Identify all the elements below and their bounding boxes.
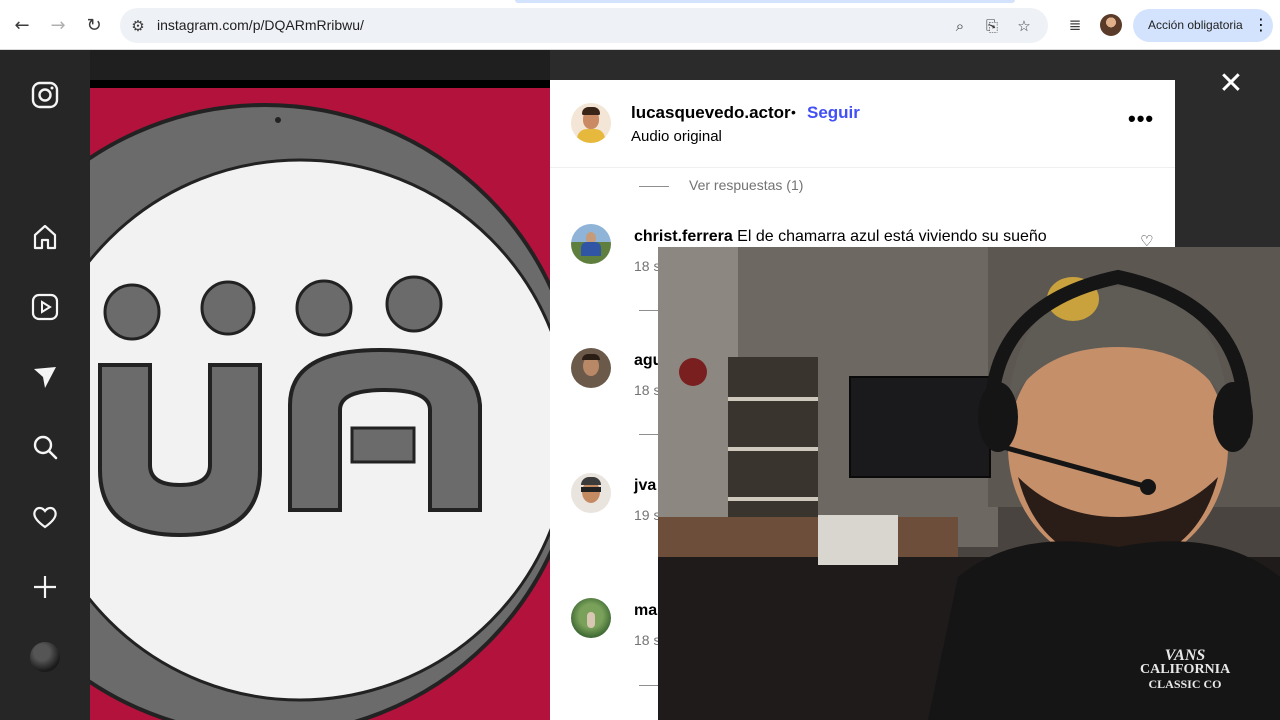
comment-username-text[interactable]: christ.ferrera bbox=[634, 228, 733, 245]
browser-toolbar: ← → ↻ ⚙ instagram.com/p/DQARmRribwu/ ⌕ ⎘… bbox=[0, 0, 1280, 50]
author-username[interactable]: lucasquevedo.actor bbox=[631, 103, 791, 123]
instagram-logo-icon[interactable] bbox=[29, 79, 61, 111]
url-text[interactable]: instagram.com/p/DQARmRribwu/ bbox=[157, 17, 364, 33]
media-controls-icon[interactable]: ≣ bbox=[1065, 15, 1085, 35]
instagram-sidebar bbox=[0, 50, 90, 720]
back-icon[interactable]: ← bbox=[9, 12, 35, 38]
shirt-text-2: CALIFORNIA bbox=[1140, 662, 1231, 677]
search-icon[interactable] bbox=[29, 431, 61, 463]
profile-avatar[interactable] bbox=[29, 641, 61, 673]
separator-dot: • bbox=[791, 104, 796, 120]
author-avatar[interactable] bbox=[571, 103, 611, 143]
logo-artwork bbox=[90, 103, 550, 720]
webcam-overlay: VANS CALIFORNIA CLASSIC CO bbox=[658, 247, 1280, 720]
shirt-text-1: VANS bbox=[1164, 647, 1206, 664]
notifications-heart-icon[interactable] bbox=[29, 501, 61, 533]
forward-icon[interactable]: → bbox=[45, 12, 71, 38]
shirt-text-3: CLASSIC CO bbox=[1148, 677, 1222, 691]
kebab-menu-icon[interactable]: ⋮ bbox=[1253, 15, 1269, 34]
replies-divider bbox=[639, 434, 659, 435]
replies-divider bbox=[639, 310, 659, 311]
comment-time: 18 s bbox=[634, 632, 661, 648]
comment-time: 19 s bbox=[634, 507, 661, 523]
replies-divider bbox=[639, 186, 669, 187]
replies-divider bbox=[639, 685, 659, 686]
direct-messages-icon[interactable] bbox=[29, 361, 61, 393]
comment-username[interactable]: christ.ferrera El de chamarra azul está … bbox=[634, 228, 1047, 246]
install-icon[interactable]: ⎘ bbox=[982, 16, 1002, 36]
zoom-icon[interactable]: ⌕ bbox=[950, 16, 970, 36]
action-required-label: Acción obligatoria bbox=[1148, 18, 1243, 32]
bookmark-star-icon[interactable]: ☆ bbox=[1014, 16, 1034, 36]
site-settings-icon[interactable]: ⚙ bbox=[128, 16, 148, 36]
post-header: lucasquevedo.actor • Seguir Audio origin… bbox=[550, 80, 1175, 168]
commenter-avatar[interactable] bbox=[571, 348, 611, 388]
reload-icon[interactable]: ↻ bbox=[81, 12, 107, 38]
commenter-avatar[interactable] bbox=[571, 224, 611, 264]
create-plus-icon[interactable] bbox=[29, 571, 61, 603]
comment-time: 18 s bbox=[634, 382, 661, 398]
comment-text: El de chamarra azul está viviendo su sue… bbox=[737, 228, 1047, 245]
post-media[interactable] bbox=[90, 80, 550, 720]
comment-time: 18 s bbox=[634, 258, 661, 274]
address-bar[interactable]: ⚙ instagram.com/p/DQARmRribwu/ ⌕ ⎘ ☆ bbox=[120, 8, 1048, 43]
commenter-avatar[interactable] bbox=[571, 598, 611, 638]
view-replies-label: Ver respuestas (1) bbox=[689, 177, 804, 193]
shirt-print: VANS CALIFORNIA CLASSIC CO bbox=[1140, 647, 1231, 692]
comment-username[interactable]: ma bbox=[634, 602, 657, 620]
comment-username[interactable]: jva bbox=[634, 477, 656, 495]
action-required-button[interactable]: Acción obligatoria ⋮ bbox=[1133, 9, 1273, 42]
audio-label[interactable]: Audio original bbox=[631, 128, 722, 145]
close-icon[interactable]: ✕ bbox=[1214, 68, 1248, 102]
more-options-icon[interactable]: ••• bbox=[1128, 106, 1154, 132]
active-tab-indicator bbox=[515, 0, 1015, 3]
home-icon[interactable] bbox=[29, 221, 61, 253]
browser-profile-avatar[interactable] bbox=[1100, 14, 1122, 36]
follow-button[interactable]: Seguir bbox=[807, 103, 860, 123]
commenter-avatar[interactable] bbox=[571, 473, 611, 513]
reels-icon[interactable] bbox=[29, 291, 61, 323]
